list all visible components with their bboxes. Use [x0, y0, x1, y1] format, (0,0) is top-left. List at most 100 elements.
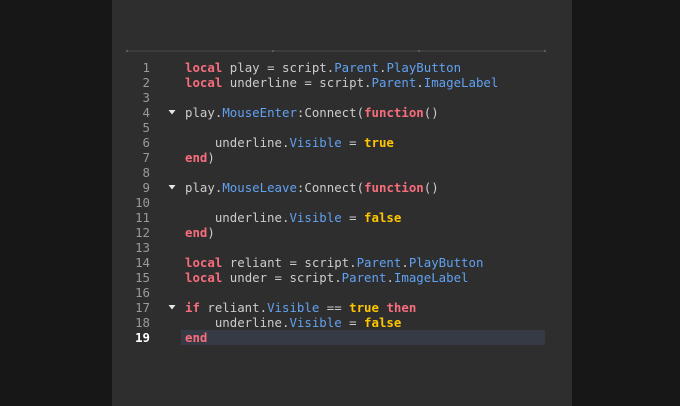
code-token: underline.	[185, 135, 290, 150]
code-line[interactable]: 11 underline.Visible = false	[112, 210, 572, 225]
code-token: play = script.	[222, 60, 335, 75]
code-line[interactable]: 1 local play = script.Parent.PlayButton	[112, 60, 572, 75]
code-token: )	[207, 225, 215, 240]
script-editor[interactable]: 1 local play = script.Parent.PlayButton 2 l…	[112, 0, 572, 406]
line-source: end)	[185, 225, 215, 240]
code-token: :Connect(	[296, 105, 365, 120]
code-token: :Connect(	[296, 180, 365, 195]
line-number: 7	[142, 150, 150, 165]
code-token: function	[364, 105, 424, 120]
line-source: local reliant = script.Parent.PlayButton	[185, 255, 483, 270]
code-line[interactable]: 12 end)	[112, 225, 572, 240]
line-source: local underline = script.Parent.ImageLab…	[185, 75, 498, 90]
code-line[interactable]: 15 local under = script.Parent.ImageLabel	[112, 270, 572, 285]
code-line[interactable]: 6 underline.Visible = true	[112, 135, 572, 150]
code-token: PlayButton	[408, 255, 484, 270]
code-line[interactable]: 8	[112, 165, 572, 180]
code-line[interactable]: 13	[112, 240, 572, 255]
line-number: 2	[142, 75, 150, 90]
code-line[interactable]: 19 end	[112, 330, 572, 345]
line-number: 16	[135, 285, 150, 300]
code-line[interactable]: 4 play.MouseEnter:Connect(function()	[112, 105, 572, 120]
code-token: ImageLabel	[423, 75, 499, 90]
code-token: false	[364, 210, 402, 225]
code-token: false	[364, 315, 402, 330]
code-line[interactable]: 9 play.MouseLeave:Connect(function()	[112, 180, 572, 195]
code-area[interactable]: 1 local play = script.Parent.PlayButton 2 l…	[112, 60, 572, 345]
line-number: 15	[135, 270, 150, 285]
code-token: Visible	[289, 315, 342, 330]
code-token: underline = script.	[222, 75, 372, 90]
code-token: reliant = script.	[222, 255, 357, 270]
line-number: 5	[142, 120, 150, 135]
tab-divider	[126, 50, 128, 52]
code-token: .	[386, 270, 394, 285]
code-line[interactable]: 14 local reliant = script.Parent.PlayButt…	[112, 255, 572, 270]
code-token: end	[185, 225, 208, 240]
code-token: Parent	[334, 60, 379, 75]
code-token: local	[185, 75, 223, 90]
code-token: =	[341, 135, 365, 150]
line-number: 13	[135, 240, 150, 255]
code-line[interactable]: 2 local underline = script.Parent.ImageLa…	[112, 75, 572, 90]
code-line[interactable]: 7 end)	[112, 150, 572, 165]
code-line[interactable]: 16	[112, 285, 572, 300]
code-token: underline.	[185, 210, 290, 225]
line-source: underline.Visible = false	[185, 210, 402, 225]
line-source: end	[185, 330, 207, 345]
code-line[interactable]: 3	[112, 90, 572, 105]
code-token: play.	[185, 180, 223, 195]
code-token: underline.	[185, 315, 290, 330]
line-source: play.MouseEnter:Connect(function()	[185, 105, 439, 120]
current-line-highlight	[181, 330, 545, 345]
line-number: 10	[135, 195, 150, 210]
code-token: .	[401, 255, 409, 270]
code-line[interactable]: 5	[112, 120, 572, 135]
line-number: 3	[142, 90, 150, 105]
code-line[interactable]: 17 if reliant.Visible == true then	[112, 300, 572, 315]
code-token: Parent	[356, 255, 402, 270]
code-token: true	[349, 300, 379, 315]
line-source: if reliant.Visible == true then	[185, 300, 416, 315]
line-number: 14	[135, 255, 150, 270]
code-token: Parent	[371, 75, 417, 90]
line-number: 6	[142, 135, 150, 150]
code-token: Visible	[289, 135, 342, 150]
line-number: 17	[135, 300, 150, 315]
code-token: local	[185, 270, 223, 285]
code-line[interactable]: 10	[112, 195, 572, 210]
code-token: function	[364, 180, 424, 195]
code-token: ==	[319, 300, 350, 315]
code-token: Parent	[341, 270, 387, 285]
line-number: 8	[142, 165, 150, 180]
code-line[interactable]: 18 underline.Visible = false	[112, 315, 572, 330]
line-number: 19	[135, 330, 150, 345]
code-token: ()	[423, 180, 439, 195]
editor-tab-strip	[126, 50, 546, 52]
code-token: .	[416, 75, 424, 90]
line-source: play.MouseLeave:Connect(function()	[185, 180, 439, 195]
tab-divider	[418, 50, 420, 52]
code-token: local	[185, 60, 223, 75]
code-token: play.	[185, 105, 223, 120]
code-token: MouseEnter	[222, 105, 297, 120]
line-source: local under = script.Parent.ImageLabel	[185, 270, 469, 285]
line-number: 9	[142, 180, 150, 195]
code-token: ImageLabel	[393, 270, 469, 285]
line-source: underline.Visible = false	[185, 315, 402, 330]
line-source: local play = script.Parent.PlayButton	[185, 60, 461, 75]
code-token: ()	[423, 105, 439, 120]
line-number: 4	[142, 105, 150, 120]
line-number: 11	[135, 210, 150, 225]
code-token: Visible	[267, 300, 320, 315]
code-token: )	[207, 150, 215, 165]
code-token: Visible	[289, 210, 342, 225]
line-source: underline.Visible = true	[185, 135, 394, 150]
code-token: PlayButton	[386, 60, 462, 75]
code-token: then	[386, 300, 417, 315]
code-token: =	[341, 210, 365, 225]
line-number: 1	[142, 60, 150, 75]
code-token: local	[185, 255, 223, 270]
code-token: reliant.	[199, 300, 268, 315]
tab-divider	[544, 50, 546, 52]
